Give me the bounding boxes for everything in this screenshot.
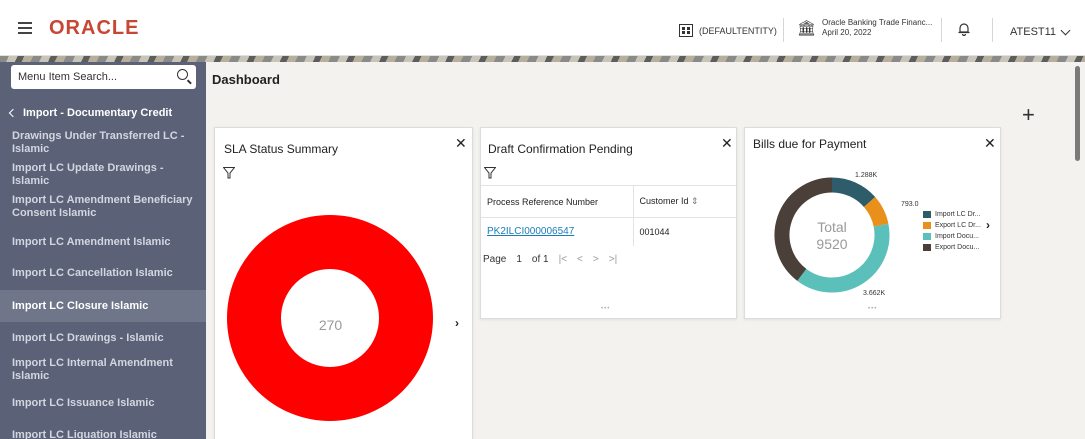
- filter-icon[interactable]: [223, 167, 235, 179]
- top-header: ORACLE (DEFAULTENTITY) 🏛 Oracle Banking …: [0, 0, 1085, 56]
- building-icon: [679, 24, 693, 37]
- process-reference-link[interactable]: PK2ILCI000006547: [481, 217, 634, 246]
- draft-table: Process Reference Number Customer Id ⇕ P…: [481, 185, 736, 246]
- bank-date: April 20, 2022: [822, 28, 872, 37]
- donut-slice[interactable]: [831, 177, 876, 208]
- card-title: SLA Status Summary: [224, 142, 339, 156]
- last-page-icon[interactable]: >|: [609, 254, 617, 265]
- sidebar-item[interactable]: Drawings Under Transferred LC - Islamic: [0, 128, 206, 158]
- filter-icon[interactable]: [484, 167, 496, 179]
- first-page-icon[interactable]: |<: [559, 254, 567, 265]
- header-divider: [783, 18, 784, 42]
- sidebar-item-label: Import LC Amendment Islamic: [12, 235, 171, 248]
- resize-handle[interactable]: •••: [868, 306, 877, 312]
- vertical-scrollbar[interactable]: [1075, 66, 1080, 161]
- table-header-row: Process Reference Number Customer Id ⇕: [481, 185, 736, 218]
- legend-label: Import LC Dr...: [935, 211, 981, 218]
- legend-item[interactable]: Export Docu...: [923, 244, 979, 251]
- user-name: ATEST11: [1010, 26, 1057, 38]
- menu-search-input[interactable]: Menu Item Search...: [11, 65, 196, 89]
- column-header[interactable]: Customer Id ⇕: [633, 185, 736, 218]
- close-icon[interactable]: ✕: [721, 135, 733, 152]
- sidebar-item[interactable]: Import LC Issuance Islamic: [0, 388, 206, 418]
- back-to-import-documentary-credit[interactable]: Import - Documentary Credit: [8, 107, 173, 119]
- table-row: PK2ILCI000006547 001044: [481, 217, 736, 246]
- page-number[interactable]: 1: [516, 254, 522, 265]
- entity-label: (DEFAULTENTITY): [699, 25, 777, 36]
- donut-slice[interactable]: [863, 197, 889, 228]
- sidebar-item-label: Import LC Amendment Beneficiary Consent …: [12, 194, 193, 219]
- sidebar-item[interactable]: Import LC Drawings - Islamic: [0, 323, 206, 353]
- header-divider: [992, 18, 993, 42]
- close-icon[interactable]: ✕: [455, 135, 467, 152]
- sidebar-item-label: Import LC Cancellation Islamic: [12, 266, 173, 279]
- legend-swatch: [923, 233, 931, 240]
- page-of: of 1: [531, 254, 549, 265]
- plus-icon[interactable]: +: [1022, 102, 1035, 128]
- legend-item[interactable]: Import LC Dr...: [923, 211, 981, 218]
- sidebar-item-label: Import LC Issuance Islamic: [12, 396, 155, 409]
- chevron-down-icon: [1060, 25, 1071, 35]
- bell-icon[interactable]: [957, 22, 971, 36]
- sidebar: Menu Item Search... Import - Documentary…: [0, 62, 206, 439]
- sort-icon[interactable]: ⇕: [691, 196, 699, 206]
- sla-total: 270: [318, 317, 343, 333]
- pagination: Page 1 of 1 |< < > >|: [483, 254, 617, 265]
- value-label: 1.288K: [855, 172, 878, 179]
- sla-status-summary-card: SLA Status Summary ✕ 270 ›: [214, 127, 473, 439]
- search-placeholder: Menu Item Search...: [18, 71, 118, 83]
- sidebar-item-label: Drawings Under Transferred LC - Islamic: [12, 130, 185, 155]
- column-header-label: Customer Id: [639, 196, 689, 206]
- bank-name: Oracle Banking Trade Financ...: [822, 18, 933, 27]
- next-page-icon[interactable]: >: [593, 254, 599, 265]
- customer-id-cell: 001044: [633, 217, 736, 246]
- legend-swatch: [923, 211, 931, 218]
- sidebar-item[interactable]: Import LC Cancellation Islamic: [0, 258, 206, 288]
- legend-swatch: [923, 222, 931, 229]
- sidebar-item-label: Import LC Internal Amendment Islamic: [12, 357, 173, 382]
- sidebar-item-label: Import LC Update Drawings - Islamic: [12, 162, 164, 187]
- legend-label: Export LC Dr...: [935, 222, 981, 229]
- chevron-right-icon[interactable]: ›: [455, 316, 459, 330]
- bills-total-value: 9520: [816, 236, 848, 252]
- bank-icon: 🏛: [797, 20, 817, 37]
- sidebar-item-label: Import LC Drawings - Islamic: [12, 331, 164, 344]
- bills-total-label: Total: [817, 219, 847, 235]
- sidebar-item-label: Import LC Closure Islamic: [12, 299, 149, 312]
- hamburger-menu-icon[interactable]: [18, 22, 32, 37]
- value-label: 793.0: [901, 201, 919, 208]
- legend-item[interactable]: Import Docu...: [923, 233, 979, 240]
- column-header[interactable]: Process Reference Number: [481, 185, 634, 218]
- resize-handle[interactable]: •••: [601, 306, 610, 312]
- search-icon[interactable]: [177, 69, 188, 80]
- close-icon[interactable]: ✕: [984, 135, 996, 152]
- value-label: 3.662K: [863, 290, 886, 297]
- prev-page-icon[interactable]: <: [577, 254, 583, 265]
- sidebar-item[interactable]: Import LC Liquation Islamic: [0, 420, 206, 439]
- back-label: Import - Documentary Credit: [23, 107, 173, 119]
- sidebar-item[interactable]: Import LC Amendment Islamic: [0, 227, 206, 257]
- chevron-left-icon: [8, 108, 18, 118]
- bank-selector[interactable]: 🏛 Oracle Banking Trade Financ... April 2…: [797, 18, 932, 38]
- oracle-logo: ORACLE: [49, 17, 140, 39]
- sidebar-item[interactable]: Import LC Update Drawings - Islamic: [0, 160, 206, 190]
- sidebar-item-active[interactable]: Import LC Closure Islamic: [0, 290, 206, 322]
- page-title: Dashboard: [212, 72, 280, 87]
- sidebar-item[interactable]: Import LC Internal Amendment Islamic: [0, 354, 206, 386]
- sidebar-item[interactable]: Import LC Amendment Beneficiary Consent …: [0, 192, 206, 222]
- user-menu[interactable]: ATEST11: [1010, 25, 1071, 38]
- card-title: Draft Confirmation Pending: [488, 142, 633, 156]
- legend-label: Export Docu...: [935, 244, 980, 251]
- legend-swatch: [923, 244, 931, 251]
- header-divider: [941, 18, 942, 42]
- entity-selector[interactable]: (DEFAULTENTITY): [679, 24, 777, 37]
- card-title: Bills due for Payment: [753, 137, 867, 151]
- legend-label: Import Docu...: [935, 233, 979, 240]
- chevron-right-icon[interactable]: ›: [986, 218, 990, 232]
- sidebar-item-label: Import LC Liquation Islamic: [12, 428, 157, 439]
- page-label: Page: [483, 254, 507, 265]
- legend-item[interactable]: Export LC Dr...: [923, 222, 981, 229]
